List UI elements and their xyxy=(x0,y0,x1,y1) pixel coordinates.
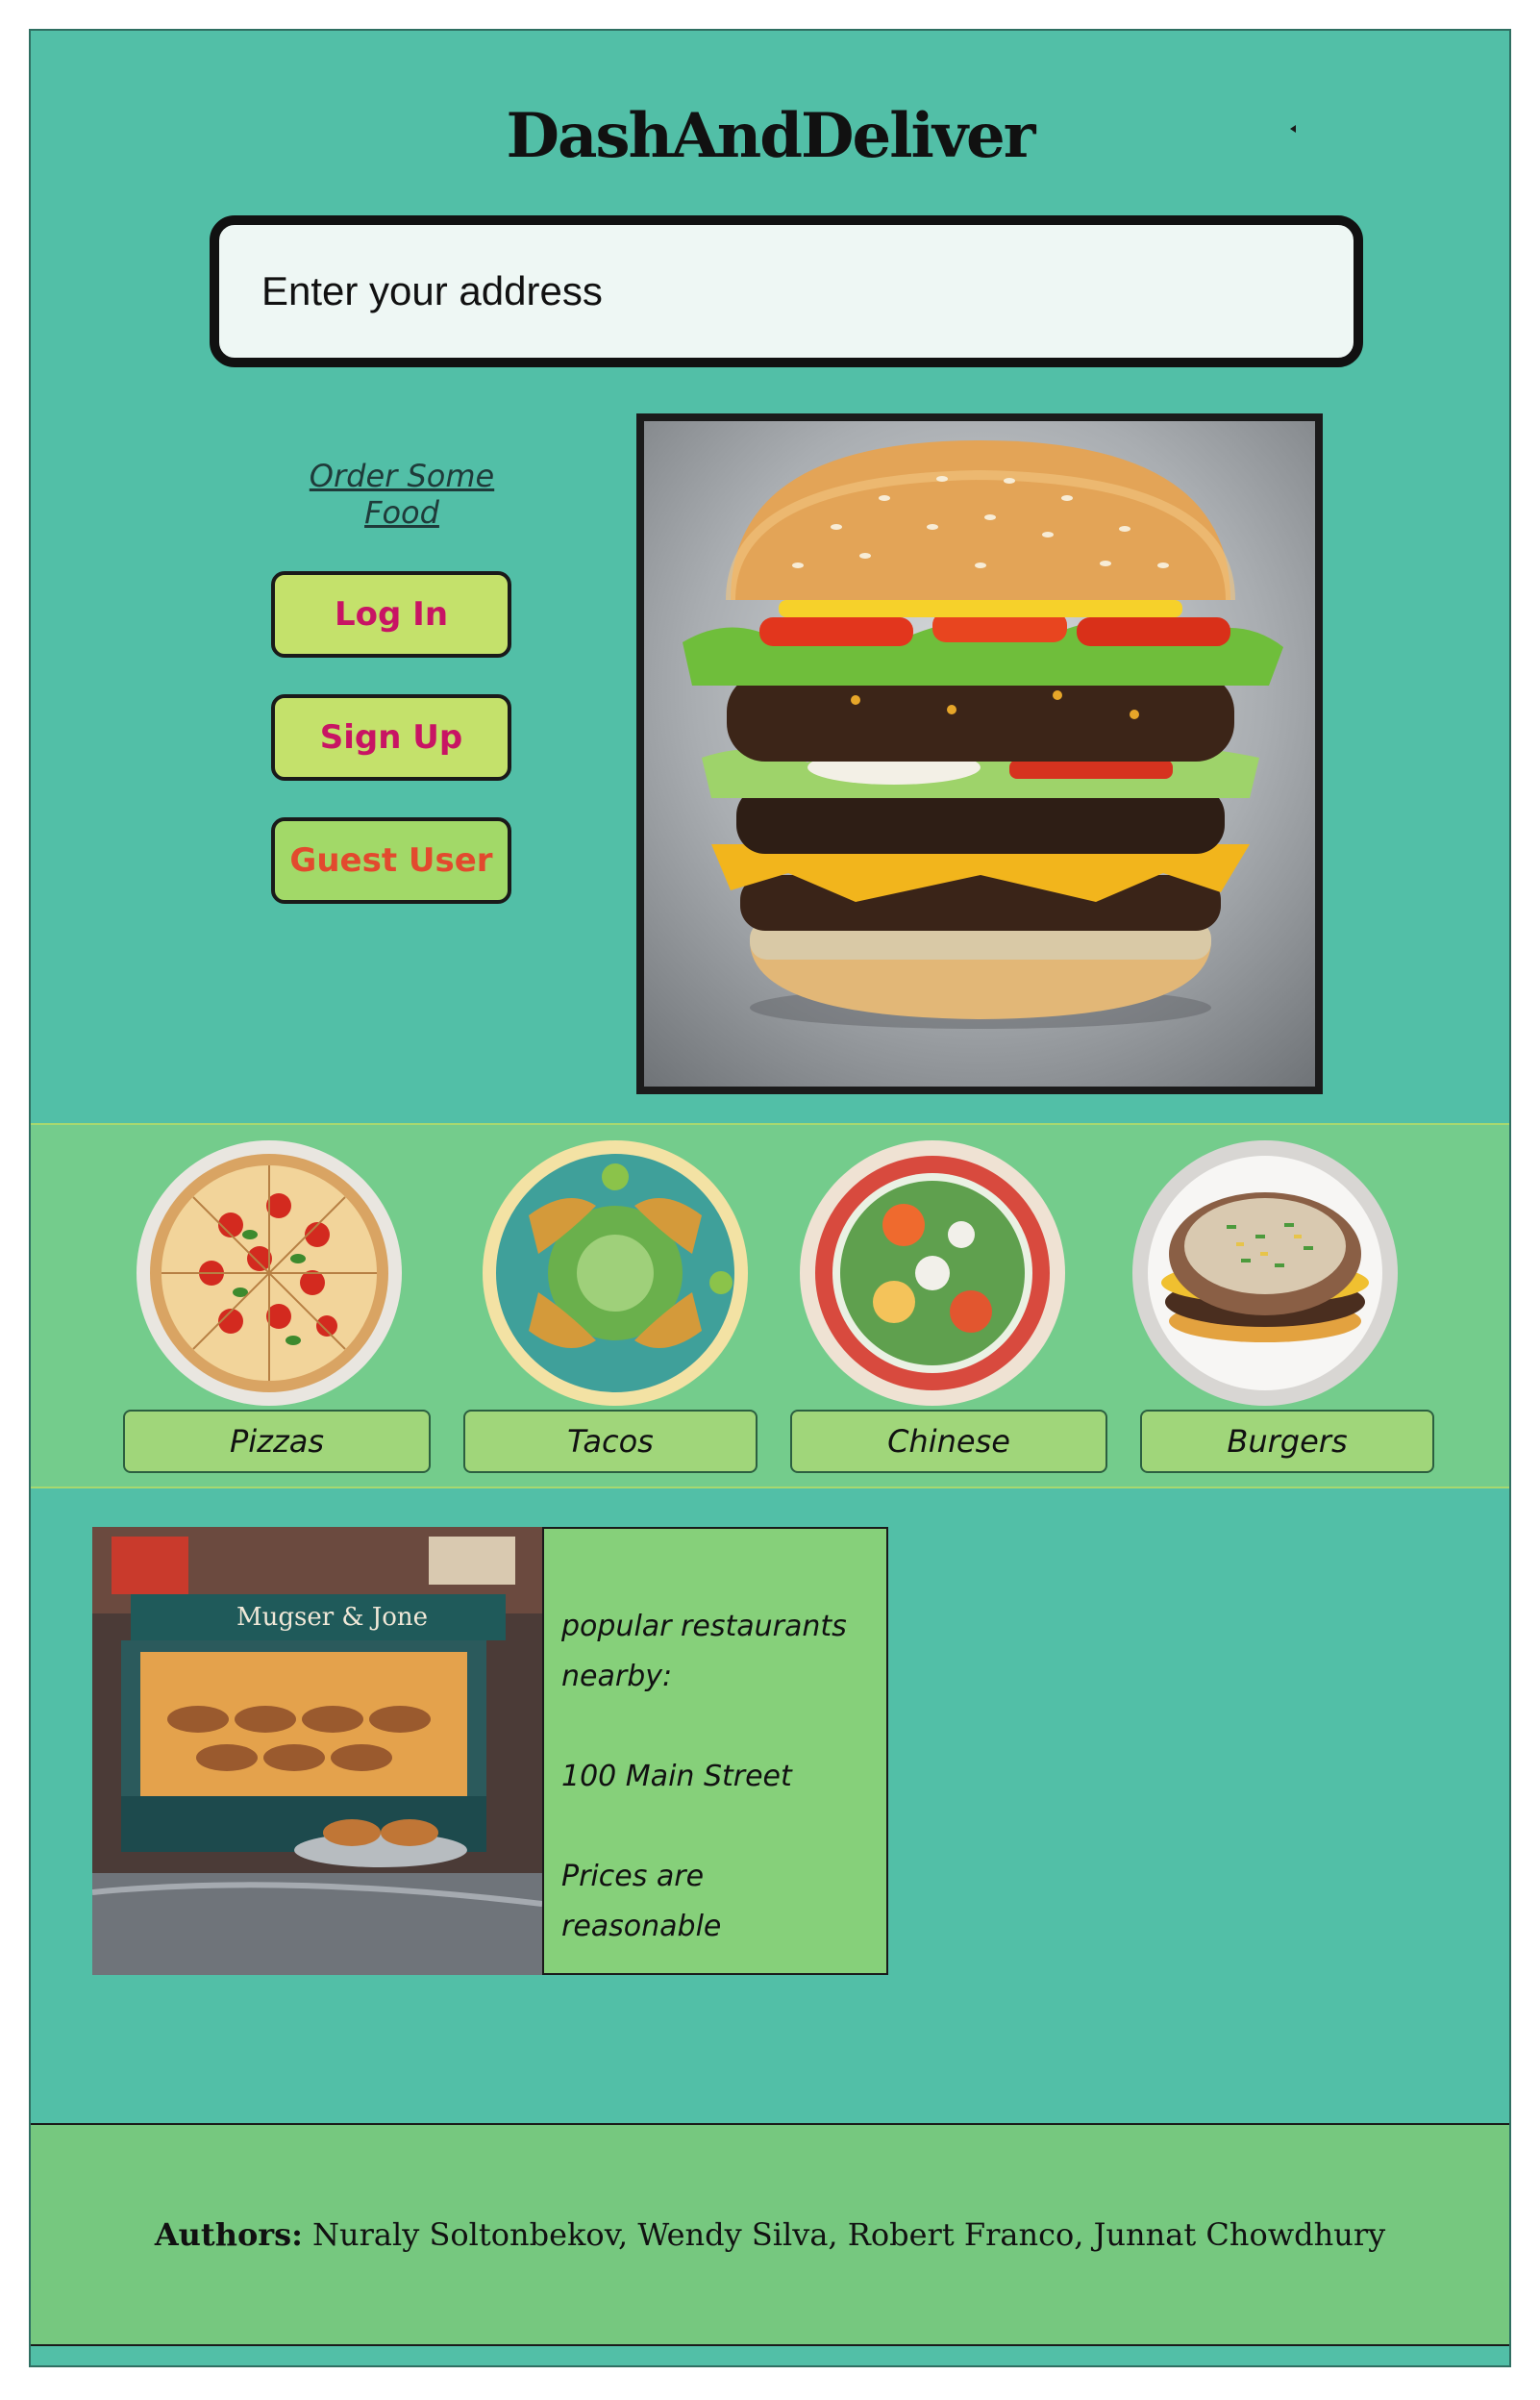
restaurant-heading-line1: popular restaurants xyxy=(561,1610,847,1643)
burger-plate-image[interactable] xyxy=(1130,1138,1400,1408)
hero-burger-image xyxy=(636,413,1323,1094)
footer: Authors: Nuraly Soltonbekov, Wendy Silva… xyxy=(31,2123,1509,2346)
chinese-plate-image[interactable] xyxy=(798,1138,1067,1408)
category-tacos-button[interactable]: Tacos xyxy=(463,1410,758,1473)
footer-authors-label: Authors: xyxy=(154,2216,303,2253)
address-input[interactable] xyxy=(219,225,1354,358)
category-burgers-button[interactable]: Burgers xyxy=(1140,1410,1434,1473)
footer-authors-names: Nuraly Soltonbekov, Wendy Silva, Robert … xyxy=(311,2216,1386,2253)
restaurant-sign-text: Mugser & Jone xyxy=(236,1603,428,1632)
category-chinese-button[interactable]: Chinese xyxy=(790,1410,1107,1473)
site-title: DashAndDeliver xyxy=(506,100,1036,172)
restaurant-address: 100 Main Street xyxy=(561,1760,792,1793)
sign-up-button[interactable]: Sign Up xyxy=(271,694,511,781)
pizza-plate-image[interactable] xyxy=(135,1138,404,1408)
food-category-band: Pizzas Tacos Chinese Burgers xyxy=(31,1123,1509,1488)
app-container: DashAndDeliver Order Some Food Log In Si… xyxy=(29,29,1511,2367)
guest-user-button[interactable]: Guest User xyxy=(271,817,511,904)
category-pizzas-button[interactable]: Pizzas xyxy=(123,1410,431,1473)
restaurant-photo[interactable]: Mugser & Jone xyxy=(92,1527,542,1975)
small-arrow-icon xyxy=(1290,125,1296,133)
burger-illustration xyxy=(683,440,1283,1029)
log-in-button[interactable]: Log In xyxy=(271,571,511,658)
restaurant-info-panel: popular restaurants nearby: 100 Main Str… xyxy=(542,1527,888,1975)
address-field-wrapper xyxy=(210,215,1363,367)
restaurant-price-note: Prices are reasonable xyxy=(561,1860,722,1943)
order-some-food-link[interactable]: Order Some Food xyxy=(277,458,527,531)
tacos-plate-image[interactable] xyxy=(481,1138,750,1408)
restaurant-heading-line2: nearby: xyxy=(561,1660,673,1693)
